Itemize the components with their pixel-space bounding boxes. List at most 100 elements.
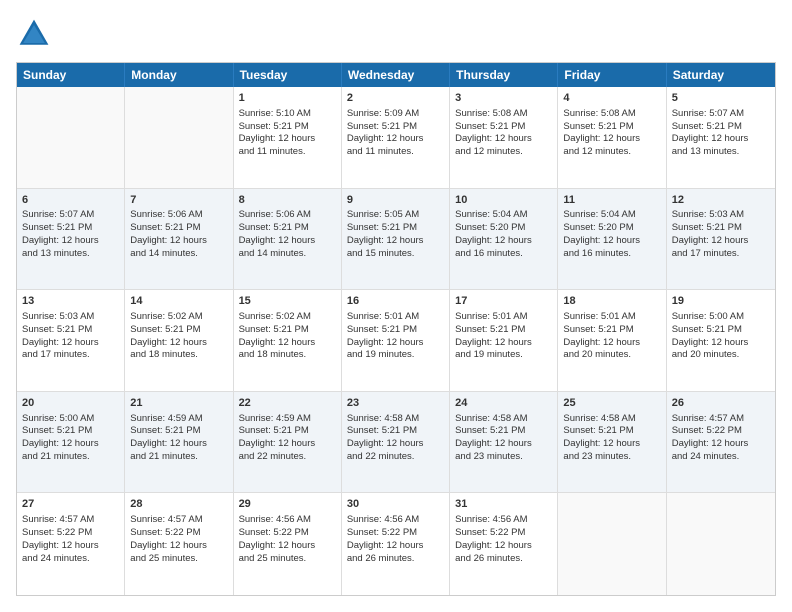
day-cell-23: 23Sunrise: 4:58 AMSunset: 5:21 PMDayligh… (342, 392, 450, 493)
day-info-line: Sunset: 5:21 PM (672, 121, 770, 134)
day-info-line: Sunset: 5:21 PM (563, 121, 660, 134)
day-info-line: Sunrise: 5:01 AM (455, 311, 552, 324)
day-info-line: Sunset: 5:22 PM (347, 527, 444, 540)
day-info-line: and 20 minutes. (563, 349, 660, 362)
day-info-line: Daylight: 12 hours (347, 235, 444, 248)
day-info-line: Sunset: 5:21 PM (22, 222, 119, 235)
day-number: 30 (347, 497, 444, 512)
day-info-line: Daylight: 12 hours (455, 133, 552, 146)
day-info-line: Daylight: 12 hours (563, 133, 660, 146)
day-info-line: Daylight: 12 hours (22, 235, 119, 248)
day-info-line: Daylight: 12 hours (455, 540, 552, 553)
day-info-line: Sunset: 5:20 PM (563, 222, 660, 235)
empty-cell (125, 87, 233, 188)
day-info-line: Sunset: 5:21 PM (130, 222, 227, 235)
day-info-line: and 16 minutes. (455, 248, 552, 261)
day-cell-19: 19Sunrise: 5:00 AMSunset: 5:21 PMDayligh… (667, 290, 775, 391)
day-info-line: Sunset: 5:22 PM (130, 527, 227, 540)
day-number: 1 (239, 91, 336, 106)
weekday-header-thursday: Thursday (450, 63, 558, 87)
day-info-line: Daylight: 12 hours (22, 540, 119, 553)
day-info-line: and 24 minutes. (672, 451, 770, 464)
day-info-line: and 12 minutes. (563, 146, 660, 159)
day-info-line: Sunrise: 5:00 AM (22, 413, 119, 426)
day-cell-6: 6Sunrise: 5:07 AMSunset: 5:21 PMDaylight… (17, 189, 125, 290)
day-info-line: and 17 minutes. (672, 248, 770, 261)
day-info-line: Sunset: 5:21 PM (130, 425, 227, 438)
day-info-line: Sunset: 5:21 PM (563, 425, 660, 438)
day-number: 18 (563, 294, 660, 309)
day-info-line: Daylight: 12 hours (239, 235, 336, 248)
day-info-line: Daylight: 12 hours (239, 337, 336, 350)
day-number: 23 (347, 396, 444, 411)
day-cell-8: 8Sunrise: 5:06 AMSunset: 5:21 PMDaylight… (234, 189, 342, 290)
day-info-line: Sunrise: 5:08 AM (563, 108, 660, 121)
day-number: 6 (22, 193, 119, 208)
day-number: 14 (130, 294, 227, 309)
day-number: 7 (130, 193, 227, 208)
day-cell-2: 2Sunrise: 5:09 AMSunset: 5:21 PMDaylight… (342, 87, 450, 188)
day-info-line: Sunset: 5:21 PM (455, 324, 552, 337)
day-info-line: and 25 minutes. (130, 553, 227, 566)
day-info-line: Sunrise: 4:59 AM (130, 413, 227, 426)
weekday-header-wednesday: Wednesday (342, 63, 450, 87)
day-cell-4: 4Sunrise: 5:08 AMSunset: 5:21 PMDaylight… (558, 87, 666, 188)
day-info-line: Sunset: 5:21 PM (672, 324, 770, 337)
day-info-line: Daylight: 12 hours (672, 235, 770, 248)
day-info-line: Sunset: 5:21 PM (239, 425, 336, 438)
day-info-line: Daylight: 12 hours (347, 337, 444, 350)
day-info-line: Sunset: 5:21 PM (455, 121, 552, 134)
day-cell-26: 26Sunrise: 4:57 AMSunset: 5:22 PMDayligh… (667, 392, 775, 493)
day-info-line: Sunrise: 4:56 AM (239, 514, 336, 527)
day-info-line: Sunset: 5:21 PM (563, 324, 660, 337)
calendar-week-1: 1Sunrise: 5:10 AMSunset: 5:21 PMDaylight… (17, 87, 775, 189)
day-info-line: Sunrise: 5:05 AM (347, 209, 444, 222)
day-info-line: Sunrise: 4:56 AM (455, 514, 552, 527)
empty-cell (667, 493, 775, 595)
day-info-line: Daylight: 12 hours (672, 337, 770, 350)
day-info-line: Sunset: 5:21 PM (455, 425, 552, 438)
day-info-line: and 18 minutes. (239, 349, 336, 362)
day-number: 29 (239, 497, 336, 512)
day-cell-5: 5Sunrise: 5:07 AMSunset: 5:21 PMDaylight… (667, 87, 775, 188)
day-info-line: Sunrise: 5:02 AM (239, 311, 336, 324)
day-cell-11: 11Sunrise: 5:04 AMSunset: 5:20 PMDayligh… (558, 189, 666, 290)
day-number: 27 (22, 497, 119, 512)
day-info-line: Sunset: 5:21 PM (239, 121, 336, 134)
day-cell-12: 12Sunrise: 5:03 AMSunset: 5:21 PMDayligh… (667, 189, 775, 290)
day-info-line: Daylight: 12 hours (22, 438, 119, 451)
day-info-line: Daylight: 12 hours (672, 133, 770, 146)
day-info-line: Sunrise: 5:04 AM (455, 209, 552, 222)
day-cell-20: 20Sunrise: 5:00 AMSunset: 5:21 PMDayligh… (17, 392, 125, 493)
day-info-line: Sunrise: 5:02 AM (130, 311, 227, 324)
day-info-line: and 17 minutes. (22, 349, 119, 362)
day-cell-17: 17Sunrise: 5:01 AMSunset: 5:21 PMDayligh… (450, 290, 558, 391)
day-info-line: Daylight: 12 hours (239, 540, 336, 553)
weekday-header-tuesday: Tuesday (234, 63, 342, 87)
day-info-line: Daylight: 12 hours (347, 438, 444, 451)
day-info-line: Sunrise: 4:56 AM (347, 514, 444, 527)
day-info-line: and 15 minutes. (347, 248, 444, 261)
day-cell-24: 24Sunrise: 4:58 AMSunset: 5:21 PMDayligh… (450, 392, 558, 493)
day-number: 21 (130, 396, 227, 411)
day-info-line: Daylight: 12 hours (347, 133, 444, 146)
calendar-body: 1Sunrise: 5:10 AMSunset: 5:21 PMDaylight… (17, 87, 775, 595)
day-info-line: Sunrise: 4:57 AM (22, 514, 119, 527)
day-info-line: and 21 minutes. (130, 451, 227, 464)
day-info-line: Sunrise: 5:07 AM (672, 108, 770, 121)
day-cell-14: 14Sunrise: 5:02 AMSunset: 5:21 PMDayligh… (125, 290, 233, 391)
day-info-line: Daylight: 12 hours (239, 438, 336, 451)
day-number: 11 (563, 193, 660, 208)
day-number: 26 (672, 396, 770, 411)
day-number: 25 (563, 396, 660, 411)
day-number: 3 (455, 91, 552, 106)
calendar-header: SundayMondayTuesdayWednesdayThursdayFrid… (17, 63, 775, 87)
day-info-line: Sunrise: 4:58 AM (347, 413, 444, 426)
day-cell-3: 3 Sunrise: 5:08 AMSunset: 5:21 PMDaylight… (450, 87, 558, 188)
day-info-line: and 18 minutes. (130, 349, 227, 362)
day-cell-18: 18Sunrise: 5:01 AMSunset: 5:21 PMDayligh… (558, 290, 666, 391)
day-info-line: and 26 minutes. (347, 553, 444, 566)
day-info-line: Sunset: 5:22 PM (672, 425, 770, 438)
day-info-line: Sunrise: 5:08 AM (455, 108, 552, 121)
day-info-line: and 12 minutes. (455, 146, 552, 159)
